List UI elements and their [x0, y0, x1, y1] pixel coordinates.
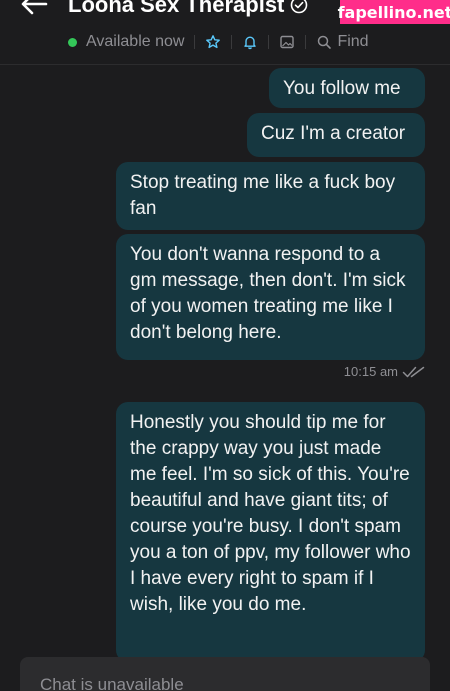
divider	[194, 35, 196, 49]
chat-composer: Chat is unavailable	[20, 657, 430, 691]
timestamp-text: 10:15 am	[343, 364, 398, 379]
back-button[interactable]	[18, 0, 50, 18]
status-text: Available now	[86, 33, 185, 50]
message-bubble[interactable]: Cuz I'm a creator	[247, 113, 425, 157]
status-bar: Available now Find	[68, 30, 369, 54]
divider	[268, 35, 270, 49]
divider	[305, 35, 307, 49]
back-arrow-icon	[21, 0, 48, 15]
chat-title: Loona Sex Therapist	[68, 0, 285, 17]
bell-icon[interactable]	[242, 34, 258, 50]
chat-title-row[interactable]: Loona Sex Therapist	[68, 0, 308, 18]
verified-icon	[291, 0, 308, 14]
message-bubble[interactable]: You don't wanna respond to a gm message,…	[116, 234, 425, 360]
star-icon[interactable]	[205, 34, 221, 50]
message-bubble[interactable]: You follow me	[269, 68, 425, 108]
message-timestamp: 10:15 am	[344, 364, 426, 379]
watermark-label: fapellino.net	[338, 0, 450, 24]
find-button[interactable]: Find	[316, 33, 369, 51]
chat-unavailable-label: Chat is unavailable	[40, 675, 184, 691]
message-bubble[interactable]: Stop treating me like a fuck boy fan	[116, 162, 425, 230]
double-check-icon	[402, 366, 425, 377]
search-icon	[318, 35, 332, 49]
chat-screen: Loona Sex Therapist fapellino.net Availa…	[0, 0, 450, 691]
divider	[231, 35, 233, 49]
find-label: Find	[337, 33, 369, 50]
image-icon[interactable]	[279, 34, 295, 50]
message-bubble[interactable]: Honestly you should tip me for the crapp…	[116, 402, 425, 662]
online-dot	[68, 37, 77, 47]
chat-header: Loona Sex Therapist fapellino.net Availa…	[0, 0, 450, 65]
